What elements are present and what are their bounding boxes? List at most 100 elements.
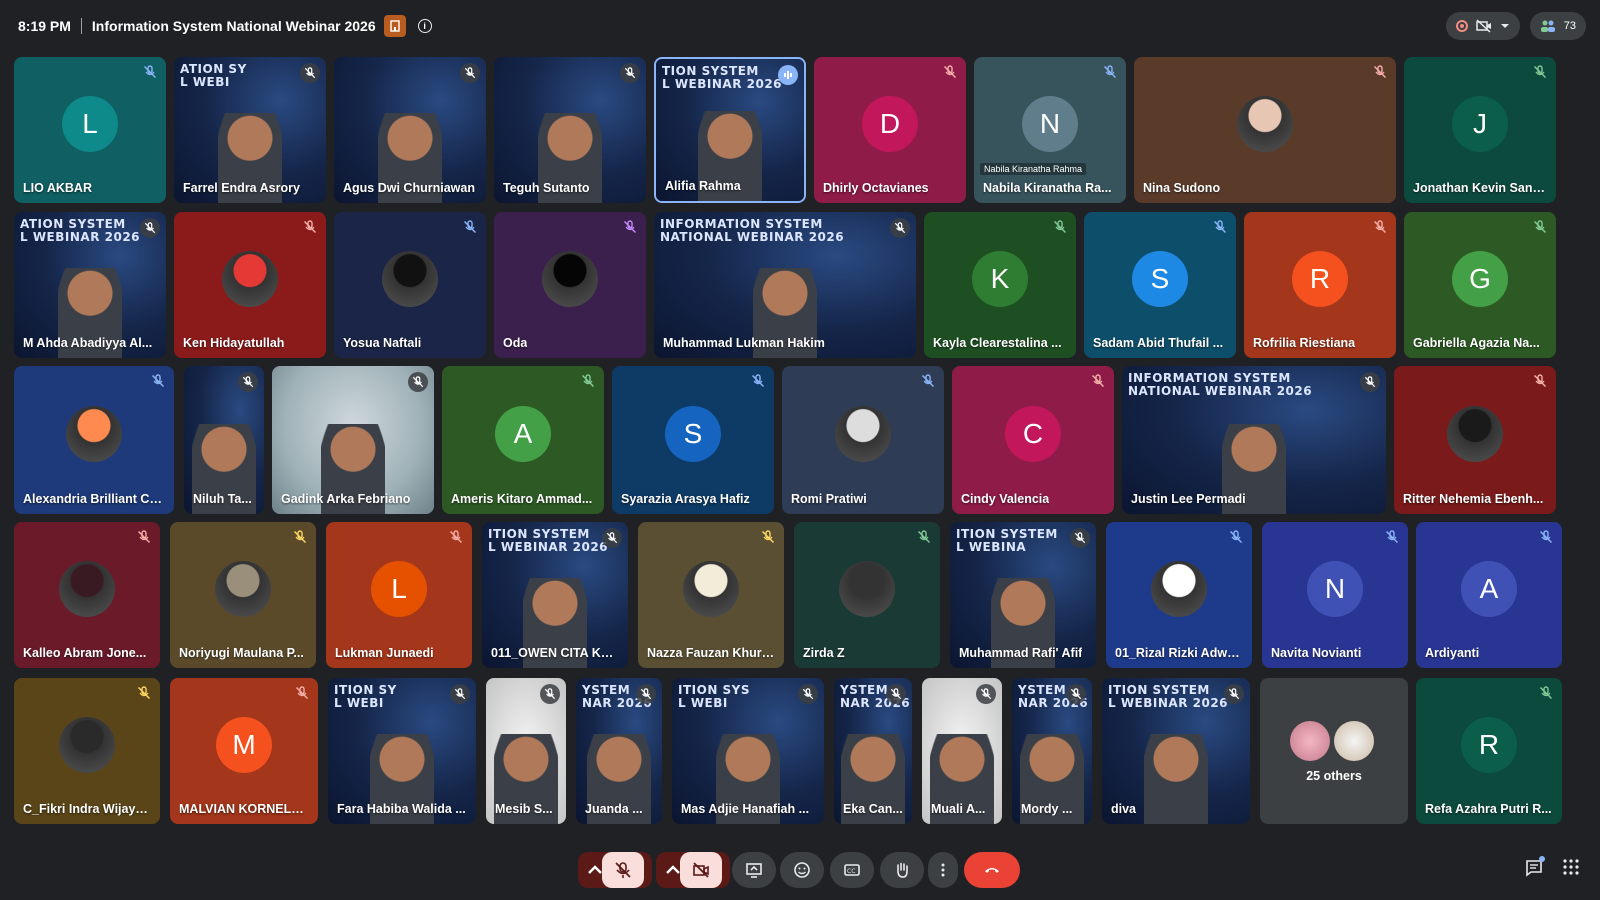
mic-off-button[interactable] — [602, 852, 644, 888]
participant-tile[interactable]: INFORMATION SYSTEM NATIONAL WEBINAR 2026… — [1122, 366, 1386, 514]
participant-tile[interactable]: R Refa Azahra Putri R... — [1416, 678, 1562, 824]
chat-icon[interactable] — [1524, 856, 1546, 880]
full-name-tag: Nabila Kiranatha Rahma — [980, 163, 1087, 175]
participant-tile[interactable]: ITION SYSTEM L WEBINA Muhammad Rafi' Afif — [950, 522, 1096, 668]
participant-tile[interactable]: L Lukman Junaedi — [326, 522, 472, 668]
webinar-banner-text: INFORMATION SYSTEM NATIONAL WEBINAR 2026 — [1128, 371, 1313, 398]
participant-tile[interactable]: Noriyugi Maulana P... — [170, 522, 316, 668]
participant-tile[interactable]: A Ameris Kitaro Ammad... — [442, 366, 604, 514]
present-button[interactable] — [732, 852, 776, 888]
participant-name: Agus Dwi Churniawan — [343, 181, 475, 195]
profile-photo — [222, 251, 278, 307]
participant-tile[interactable]: R Rofrilia Riestiana — [1244, 212, 1396, 358]
camera-off-button[interactable] — [680, 852, 722, 888]
participant-tile[interactable]: Oda — [494, 212, 646, 358]
participant-tile[interactable]: C_Fikri Indra Wijaya... — [14, 678, 160, 824]
participant-tile[interactable]: S Sadam Abid Thufail ... — [1084, 212, 1236, 358]
participant-tile[interactable]: Nazza Fauzan Khuri... — [638, 522, 784, 668]
camera-group — [656, 852, 730, 888]
mic-off-icon — [1091, 374, 1105, 388]
camera-off-icon — [693, 862, 709, 878]
info-icon[interactable]: i — [417, 19, 432, 33]
profile-photo — [839, 561, 895, 617]
participant-avatar: S — [1132, 251, 1188, 307]
mic-off-icon — [143, 65, 157, 79]
webinar-banner-text: ATION SYSTEM L WEBINAR 2026 — [20, 217, 141, 244]
participant-tile[interactable]: Ritter Nehemia Ebenh... — [1394, 366, 1556, 514]
participant-tile[interactable]: Yosua Naftali — [334, 212, 486, 358]
participant-name: Mesib S... — [495, 802, 553, 816]
participant-tile[interactable]: N Nabila Kiranatha Rahma Nabila Kiranatha … — [974, 57, 1126, 203]
participant-tile[interactable]: ITION SY L WEBI Fara Habiba Walida ... — [328, 678, 476, 824]
apps-icon[interactable] — [1562, 858, 1584, 880]
mic-off-icon — [751, 374, 765, 388]
mic-off-icon — [303, 220, 317, 234]
participant-name: Mas Adjie Hanafiah ... — [681, 802, 810, 816]
participant-tile[interactable]: YSTEM NAR 2026Eka Can... — [834, 678, 912, 824]
mic-off-icon — [137, 530, 151, 544]
participant-tile[interactable]: Gadink Arka Febriano — [272, 366, 434, 514]
participant-tile[interactable]: ITION SYSTEM L WEBINAR 2026 diva — [1102, 678, 1250, 824]
participant-name: Gadink Arka Febriano — [281, 492, 411, 506]
participant-tile[interactable]: Muali A... — [922, 678, 1002, 824]
mic-off-icon — [1053, 220, 1067, 234]
participant-tile[interactable]: S Syarazia Arasya Hafiz — [612, 366, 774, 514]
participant-tile[interactable]: Kalleo Abram Jone... — [14, 522, 160, 668]
people-button[interactable]: 73 — [1529, 12, 1586, 40]
building-icon[interactable] — [383, 15, 406, 37]
participant-tile[interactable]: 01_Rizal Rizki Adwit... — [1106, 522, 1252, 668]
mic-off-icon — [623, 220, 637, 234]
emoji-button[interactable] — [780, 852, 824, 888]
participant-tile[interactable]: ITION SYS L WEBI Mas Adjie Hanafiah ... — [672, 678, 824, 824]
participant-name: Alifia Rahma — [665, 179, 741, 193]
participant-tile[interactable]: TION SYSTEM L WEBINAR 2026 Alifia Rahma — [654, 57, 806, 203]
participant-tile[interactable]: ITION SYSTEM L WEBINAR 2026 011_OWEN CITA… — [482, 522, 628, 668]
mic-off-icon — [976, 684, 996, 704]
participant-tile[interactable]: ATION SYSTEM L WEBINAR 2026 M Ahda Abadiy… — [14, 212, 166, 358]
participant-tile[interactable]: INFORMATION SYSTEM NATIONAL WEBINAR 2026… — [654, 212, 916, 358]
participant-tile[interactable]: J Jonathan Kevin Sant... — [1404, 57, 1556, 203]
more-button[interactable] — [928, 852, 958, 888]
captions-button[interactable]: CC — [830, 852, 874, 888]
mic-off-icon — [293, 530, 307, 544]
raise-hand-button[interactable] — [880, 852, 924, 888]
profile-photo — [382, 251, 438, 307]
participant-tile[interactable]: M MALVIAN KORNELL... — [170, 678, 318, 824]
participant-tile[interactable]: D Dhirly Octavianes — [814, 57, 966, 203]
participant-name: Niluh Ta... — [193, 492, 252, 506]
recording-indicator[interactable] — [1445, 12, 1520, 40]
participant-tile[interactable]: N Navita Novianti — [1262, 522, 1408, 668]
leave-call-button[interactable] — [964, 852, 1020, 888]
participant-tile[interactable]: Agus Dwi Churniawan — [334, 57, 486, 203]
participant-tile[interactable]: Romi Pratiwi — [782, 366, 944, 514]
participant-tile[interactable]: Niluh Ta... — [184, 366, 264, 514]
participant-tile[interactable]: ATION SY L WEBI Farrel Endra Asrory — [174, 57, 326, 203]
participant-name: Justin Lee Permadi — [1131, 492, 1246, 506]
others-count: 25 others — [1306, 769, 1362, 783]
participant-tile[interactable]: YSTEM NAR 2026Mordy ... — [1012, 678, 1092, 824]
participant-name: Fara Habiba Walida ... — [337, 802, 466, 816]
participant-tile[interactable]: 25 others — [1260, 678, 1408, 824]
participant-tile[interactable]: K Kayla Clearestalina ... — [924, 212, 1076, 358]
participant-tile[interactable]: C Cindy Valencia — [952, 366, 1114, 514]
participant-name: Alexandria Brilliant Ch... — [23, 492, 165, 506]
mic-off-icon — [581, 374, 595, 388]
person-in-video — [1144, 734, 1208, 824]
participant-tile[interactable]: G Gabriella Agazia Na... — [1404, 212, 1556, 358]
participant-tile[interactable]: Teguh Sutanto — [494, 57, 646, 203]
participant-tile[interactable]: YSTEM NAR 2026 Juanda ... — [576, 678, 662, 824]
camera-off-icon — [1476, 19, 1491, 33]
participant-tile[interactable]: Nina Sudono — [1134, 57, 1396, 203]
mic-off-icon — [890, 218, 910, 238]
participant-tile[interactable]: Ken Hidayatullah — [174, 212, 326, 358]
participant-tile[interactable]: L LIO AKBAR — [14, 57, 166, 203]
top-bar: 8:19 PM Information System National Webi… — [0, 0, 1600, 52]
participant-tile[interactable]: Zirda Z — [794, 522, 940, 668]
participant-tile[interactable]: Mesib S... — [486, 678, 566, 824]
participant-tile[interactable]: Alexandria Brilliant Ch... — [14, 366, 174, 514]
participant-avatar: N — [1022, 96, 1078, 152]
participant-name: Oda — [503, 336, 528, 350]
people-icon — [1540, 20, 1555, 32]
participant-tile[interactable]: A Ardiyanti — [1416, 522, 1562, 668]
mic-off-icon — [300, 63, 320, 83]
